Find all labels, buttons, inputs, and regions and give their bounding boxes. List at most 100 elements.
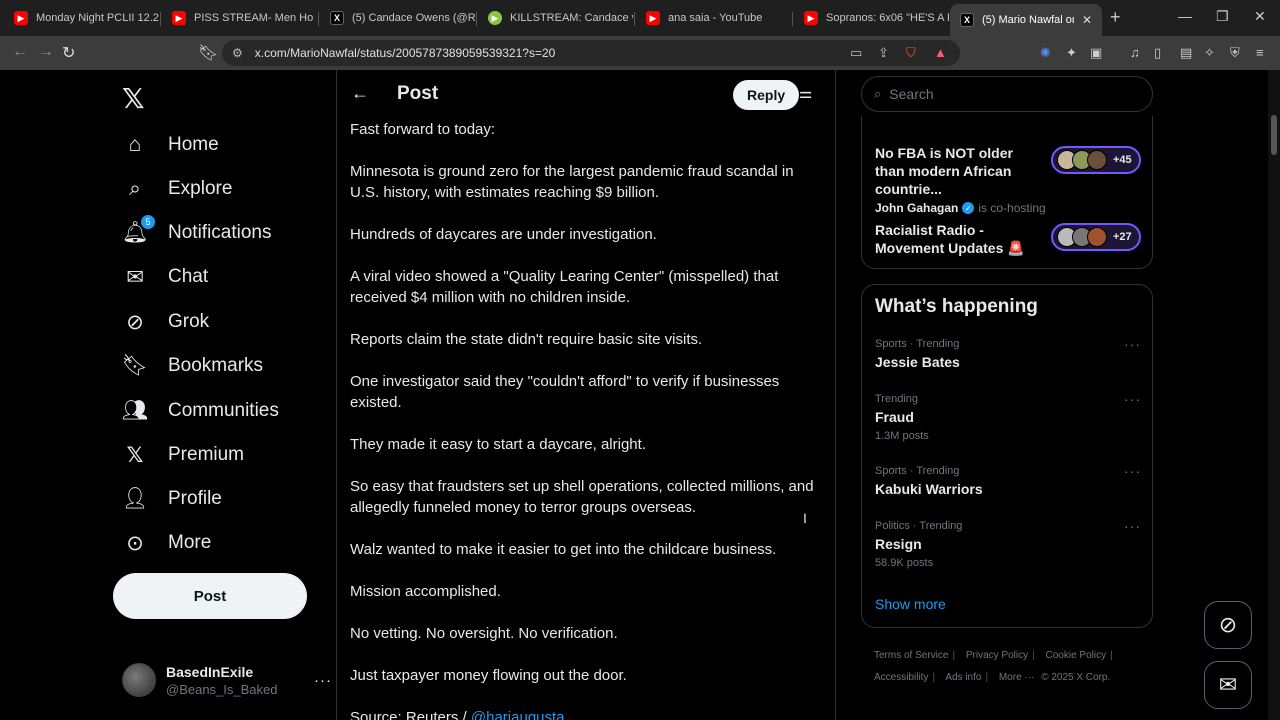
account-switcher[interactable]: BasedInExile @Beans_Is_Baked ··· <box>122 658 332 702</box>
footer-link[interactable]: Privacy Policy <box>966 650 1028 661</box>
footer-link[interactable]: Terms of Service <box>874 650 948 661</box>
puzzle-icon[interactable]: ✦ <box>1066 45 1077 61</box>
space-listeners-pill[interactable]: +27 <box>1051 223 1141 251</box>
brave-shield-icon[interactable]: ⛉ <box>906 45 916 61</box>
browser-tab[interactable]: ▶ PISS STREAM- Men Ho <box>162 4 317 32</box>
space-host: John Gahagan ✓ is co-hosting <box>875 201 1141 215</box>
grok-fab-icon[interactable]: ⊘ <box>1204 601 1252 649</box>
browser-tab[interactable]: ▶ KILLSTREAM: Candace vs / <box>478 4 633 32</box>
extension-icon[interactable]: ✺ <box>1040 45 1051 61</box>
source-link[interactable]: @hariaugusta <box>471 709 565 720</box>
trend-item[interactable]: Sports · Trending Kabuki Warriors ··· <box>875 463 1141 497</box>
browser-toolbar: ← → ↻ 🔖︎ ⚙ x.com/MarioNawfal/status/2005… <box>0 36 1280 70</box>
more-dots-icon[interactable]: ··· <box>1124 518 1141 534</box>
copyright: © 2025 X Corp. <box>1041 672 1111 683</box>
space-item[interactable]: John Gahagan ✓ is co-hosting Racialist R… <box>875 201 1141 257</box>
restore-icon[interactable]: ❐ <box>1216 8 1229 25</box>
close-window-icon[interactable]: ✕ <box>1254 8 1266 25</box>
wallet-icon[interactable]: ▤ <box>1180 45 1192 61</box>
post-paragraph: They made it easy to start a daycare, al… <box>350 436 646 453</box>
space-title: Racialist Radio - Movement Updates 🚨 <box>875 222 1025 256</box>
back-arrow-icon[interactable]: ← <box>351 83 369 104</box>
cast-icon[interactable]: ▭ <box>850 45 862 61</box>
minimize-icon[interactable]: — <box>1178 8 1192 24</box>
more-dots-icon[interactable]: ··· <box>1124 336 1141 352</box>
nav-item-more[interactable]: ⊙ More <box>122 523 211 563</box>
footer-link[interactable]: Ads info <box>945 672 981 683</box>
post-text: Fast forward to today: Minnesota is grou… <box>350 119 820 720</box>
reply-button[interactable]: Reply <box>733 80 800 110</box>
browser-tab[interactable]: ▶ Monday Night PCLII 12.29 <box>4 4 159 32</box>
browser-tab-bar: ▶ Monday Night PCLII 12.29 ▶ PISS STREAM… <box>0 0 1280 36</box>
filter-settings-icon[interactable]: ⚌ <box>799 84 812 102</box>
vpn-icon[interactable]: ⛨ <box>1230 45 1240 61</box>
tab-title: KILLSTREAM: Candace vs / <box>510 12 633 24</box>
trend-context: Politics · Trending <box>875 520 963 532</box>
post-paragraph: One investigator said they "couldn't aff… <box>350 373 780 411</box>
nav-label: Home <box>168 134 219 155</box>
browser-tab[interactable]: ▶ Sopranos: 6x06 "HE'S A FA <box>794 4 949 32</box>
nav-item-notifications[interactable]: 🔔︎ 5 Notifications <box>122 213 272 253</box>
nav-item-bookmarks[interactable]: 🔖︎ Bookmarks <box>122 346 263 386</box>
trend-item[interactable]: Sports · Trending Jessie Bates ··· <box>875 336 1141 370</box>
nav-item-explore[interactable]: ⌕ Explore <box>122 169 232 209</box>
trend-item[interactable]: Politics · Trending Resign 58.9K posts ·… <box>875 518 1141 569</box>
space-listeners-pill[interactable]: +45 <box>1051 146 1141 174</box>
close-tab-icon[interactable]: ✕ <box>1082 13 1092 27</box>
brave-rewards-icon[interactable]: ▲ <box>934 45 947 60</box>
nav-item-home[interactable]: ⌂ Home <box>122 125 219 165</box>
post-paragraph: Minnesota is ground zero for the largest… <box>350 163 794 201</box>
music-icon[interactable]: ♫ <box>1130 45 1140 60</box>
tab-title: PISS STREAM- Men Ho <box>194 12 314 24</box>
back-arrow-icon[interactable]: ← <box>12 43 28 61</box>
browser-tab[interactable]: X (5) Candace Owens (@Rea <box>320 4 475 32</box>
menu-icon[interactable]: ≡ <box>1256 45 1264 60</box>
messages-fab-icon[interactable]: ✉ <box>1204 661 1252 709</box>
trend-item[interactable]: Trending Fraud 1.3M posts ··· <box>875 391 1141 442</box>
scrollbar-thumb[interactable] <box>1271 115 1277 155</box>
url-text[interactable]: x.com/MarioNawfal/status/200578738905953… <box>255 46 556 60</box>
search-input[interactable] <box>889 86 1120 102</box>
trend-post-count: 1.3M posts <box>875 430 929 442</box>
sidebar-icon[interactable]: ▯ <box>1154 45 1161 61</box>
x-logo-icon[interactable]: 𝕏 <box>122 82 145 115</box>
footer-link[interactable]: Accessibility <box>874 672 928 683</box>
page-scrollbar[interactable] <box>1268 70 1280 720</box>
space-item[interactable]: No FBA is NOT older than modern African … <box>875 144 1141 198</box>
new-tab-icon[interactable]: + <box>1110 7 1121 28</box>
nav-item-grok[interactable]: ⊘ Grok <box>122 302 209 342</box>
more-dots-icon[interactable]: ··· <box>1124 463 1141 479</box>
share-icon[interactable]: ⇪ <box>878 45 889 61</box>
footer-link[interactable]: Cookie Policy <box>1046 650 1107 661</box>
footer-links: Terms of Service | Privacy Policy | Cookie… <box>874 650 1113 683</box>
reload-icon[interactable]: ↻ <box>62 43 75 63</box>
footer-link[interactable]: More ··· <box>999 672 1035 683</box>
nav-item-premium[interactable]: 𝕏 Premium <box>122 435 244 475</box>
search-box[interactable]: ⌕ <box>861 76 1153 112</box>
show-more-link[interactable]: Show more <box>875 596 946 612</box>
x-page: 𝕏 ⌂ Home ⌕ Explore 🔔︎ 5 Notifications ✉ C… <box>0 70 1280 720</box>
listener-avatar <box>1087 150 1107 170</box>
space-title: No FBA is NOT older than modern African … <box>875 145 1013 197</box>
nav-item-communities[interactable]: 👥︎ Communities <box>122 391 279 431</box>
nav-item-chat[interactable]: ✉ Chat <box>122 257 208 297</box>
leo-icon[interactable]: ✧ <box>1204 45 1215 61</box>
site-settings-icon[interactable]: ⚙ <box>232 46 243 60</box>
x-icon: X <box>960 13 974 27</box>
browser-tab[interactable]: ▶ ana saia - YouTube <box>636 4 791 32</box>
more-dots-icon[interactable]: ··· <box>1124 391 1141 407</box>
source-label: Source: Reuters / <box>350 709 471 720</box>
section-title: What’s happening <box>875 296 1038 317</box>
bookmark-page-icon[interactable]: 🔖︎ <box>198 43 218 63</box>
nav-label: Bookmarks <box>168 355 264 376</box>
nav-item-profile[interactable]: 👤︎ Profile <box>122 479 222 519</box>
browser-tab-active[interactable]: X (5) Mario Nawfal on X ✕ <box>950 4 1102 36</box>
post-button[interactable]: Post <box>113 573 307 619</box>
verified-icon: ✓ <box>962 202 975 214</box>
account-handle: @Beans_Is_Baked <box>166 681 278 697</box>
address-bar[interactable]: ⚙ x.com/MarioNawfal/status/2005787389059… <box>222 40 960 66</box>
forward-arrow-icon[interactable]: → <box>38 43 54 61</box>
more-dots-icon[interactable]: ··· <box>314 672 332 689</box>
screenshot-icon[interactable]: ▣ <box>1090 45 1102 61</box>
left-navigation: 𝕏 ⌂ Home ⌕ Explore 🔔︎ 5 Notifications ✉ C… <box>112 70 332 720</box>
